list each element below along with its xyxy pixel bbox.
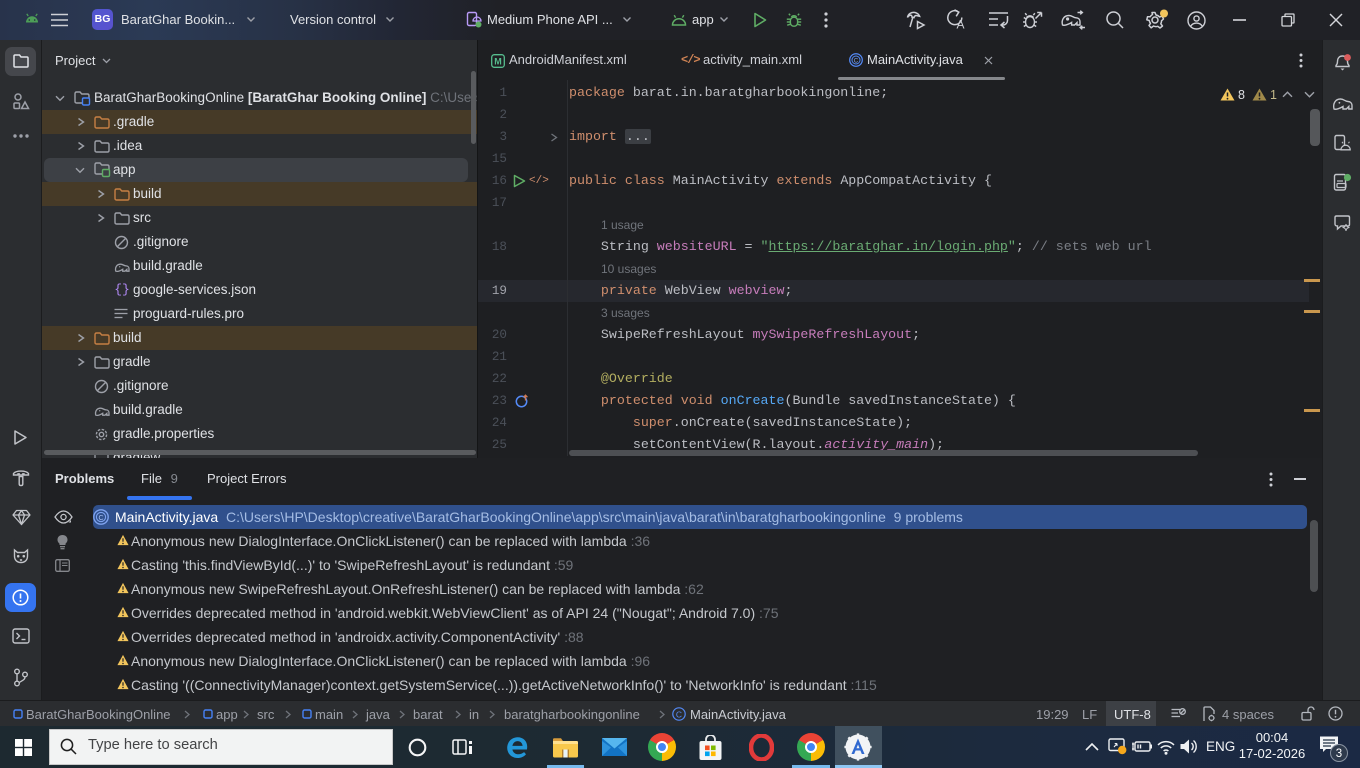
- svg-text:C: C: [98, 515, 103, 522]
- svg-text:C: C: [854, 57, 859, 64]
- svg-text:C: C: [676, 709, 682, 719]
- svg-text:A: A: [957, 18, 965, 31]
- svg-text:M: M: [494, 56, 502, 66]
